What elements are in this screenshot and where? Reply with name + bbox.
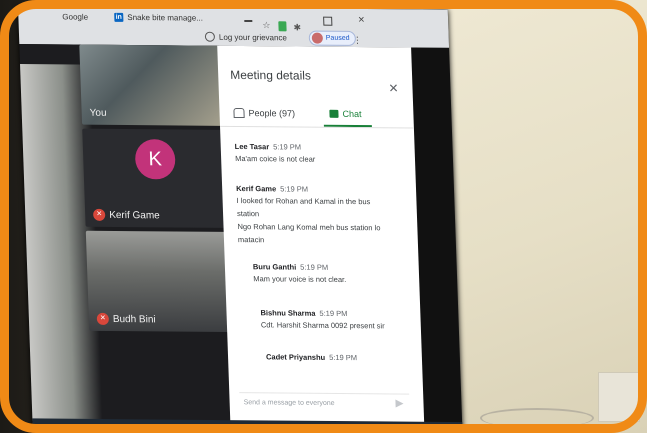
message-header: Cadet Priyanshu 5:19 PM xyxy=(266,352,436,362)
sender-name: Bishnu Sharma xyxy=(260,308,316,318)
close-icon[interactable]: ✕ xyxy=(388,81,399,95)
people-icon xyxy=(233,107,245,119)
message-time: 5:19 PM xyxy=(272,142,302,152)
participant-tile-kerif[interactable]: K ✕ Kerif Game xyxy=(82,128,226,228)
sender-name: Lee Tasar xyxy=(234,141,270,152)
maximize-icon[interactable] xyxy=(323,16,333,26)
chat-message: Bishnu Sharma 5:19 PM Cdt. Harshit Sharma… xyxy=(260,308,431,332)
star-icon[interactable]: ☆ xyxy=(262,20,270,31)
more-menu-icon[interactable]: ⋮ xyxy=(353,35,362,46)
tab-snake-bite[interactable]: in Snake bite manage... xyxy=(114,12,204,23)
extension-icon[interactable] xyxy=(278,21,287,32)
monitor-screen: Google in Snake bite manage... ☆ ✱ × Log… xyxy=(18,6,463,433)
wall-switch xyxy=(598,372,640,422)
tab-google[interactable]: Google xyxy=(62,12,88,21)
paused-label: Paused xyxy=(325,34,350,42)
browser-tabbar: Google in Snake bite manage... ☆ ✱ × Log… xyxy=(18,6,450,48)
video-grid: You K ✕ Kerif Game ✕ Budh Bini xyxy=(19,44,233,433)
chat-icon xyxy=(329,109,339,118)
message-line: station xyxy=(236,209,260,219)
participant-tile-budh[interactable]: ✕ Budh Bini xyxy=(85,230,230,333)
message-time: 5:19 PM xyxy=(319,308,348,319)
message-time: 5:19 PM xyxy=(329,352,358,363)
kerif-name: Kerif Game xyxy=(109,209,160,221)
message-composer[interactable]: Send a message to everyone xyxy=(239,392,410,415)
sender-name: Kerif Game xyxy=(236,184,277,194)
profile-paused-button[interactable]: Paused xyxy=(308,30,356,46)
chat-message: Kerif Game 5:19 PM I looked for Rohan and… xyxy=(236,184,408,247)
message-line: I looked for Rohan and Kamal in the bus xyxy=(236,196,371,207)
participant-tile-you[interactable]: You xyxy=(79,44,222,126)
chat-message: Cadet Priyanshu 5:19 PM xyxy=(266,352,436,362)
profile-avatar xyxy=(311,32,324,44)
mic-off-icon: ✕ xyxy=(93,208,106,221)
message-time: 5:19 PM xyxy=(280,184,309,194)
sender-name: Cadet Priyanshu xyxy=(265,352,326,362)
photo-scene: Google in Snake bite manage... ☆ ✱ × Log… xyxy=(0,0,647,433)
tab-chat[interactable]: Chat xyxy=(329,108,362,120)
meeting-details-panel: Meeting details ✕ People (97) Chat Lee T… xyxy=(217,45,425,428)
message-header: Lee Tasar 5:19 PM xyxy=(235,142,405,152)
tab-snake-label: Snake bite manage... xyxy=(127,12,204,23)
message-time: 5:19 PM xyxy=(300,262,329,272)
linkedin-icon: in xyxy=(114,12,124,22)
divider xyxy=(219,125,414,129)
avatar-initial: K xyxy=(134,139,176,180)
composer-placeholder: Send a message to everyone xyxy=(243,399,335,408)
close-window-icon[interactable]: × xyxy=(358,14,365,26)
tile-label-budh: ✕ Budh Bini xyxy=(96,312,156,326)
you-name: You xyxy=(89,107,107,119)
bookmark-grievance-label: Log your grievance xyxy=(218,32,288,42)
puzzle-icon[interactable]: ✱ xyxy=(293,22,301,33)
message-line: matacin xyxy=(237,235,265,245)
tab-people-label: People (97) xyxy=(248,108,296,119)
taskbar-clock: 17:20 xyxy=(392,424,411,432)
tile-label-you: You xyxy=(89,108,106,119)
message-header: Kerif Game 5:19 PM xyxy=(236,184,406,194)
budh-name: Budh Bini xyxy=(112,313,156,325)
message-header: Bishnu Sharma 5:19 PM xyxy=(260,308,430,318)
panel-title: Meeting details xyxy=(229,67,312,83)
message-header: Buru Ganthi 5:19 PM xyxy=(253,262,423,272)
bookmark-grievance[interactable]: Log your grievance xyxy=(204,31,288,43)
send-icon[interactable] xyxy=(395,399,404,408)
tile-label-kerif: ✕ Kerif Game xyxy=(93,208,160,222)
chat-message: Buru Ganthi 5:19 PM Mam your voice is not… xyxy=(253,262,424,286)
message-line: Cdt. Harshit Sharma 0092 present sir xyxy=(260,320,385,331)
message-line: Ngo Rohan Lang Komal meh bus station lo xyxy=(237,222,381,233)
minimize-icon[interactable] xyxy=(244,19,253,23)
mic-off-icon: ✕ xyxy=(96,312,110,325)
chat-message: Lee Tasar 5:19 PM Ma'am coice is not clea… xyxy=(235,142,406,166)
globe-icon xyxy=(204,31,216,42)
tab-chat-label: Chat xyxy=(342,108,362,120)
message-line: Mam your voice is not clear. xyxy=(253,274,347,285)
sender-name: Buru Ganthi xyxy=(252,262,297,272)
message-line: Ma'am coice is not clear xyxy=(234,153,316,164)
tab-people[interactable]: People (97) xyxy=(233,107,296,119)
cable xyxy=(480,408,594,428)
